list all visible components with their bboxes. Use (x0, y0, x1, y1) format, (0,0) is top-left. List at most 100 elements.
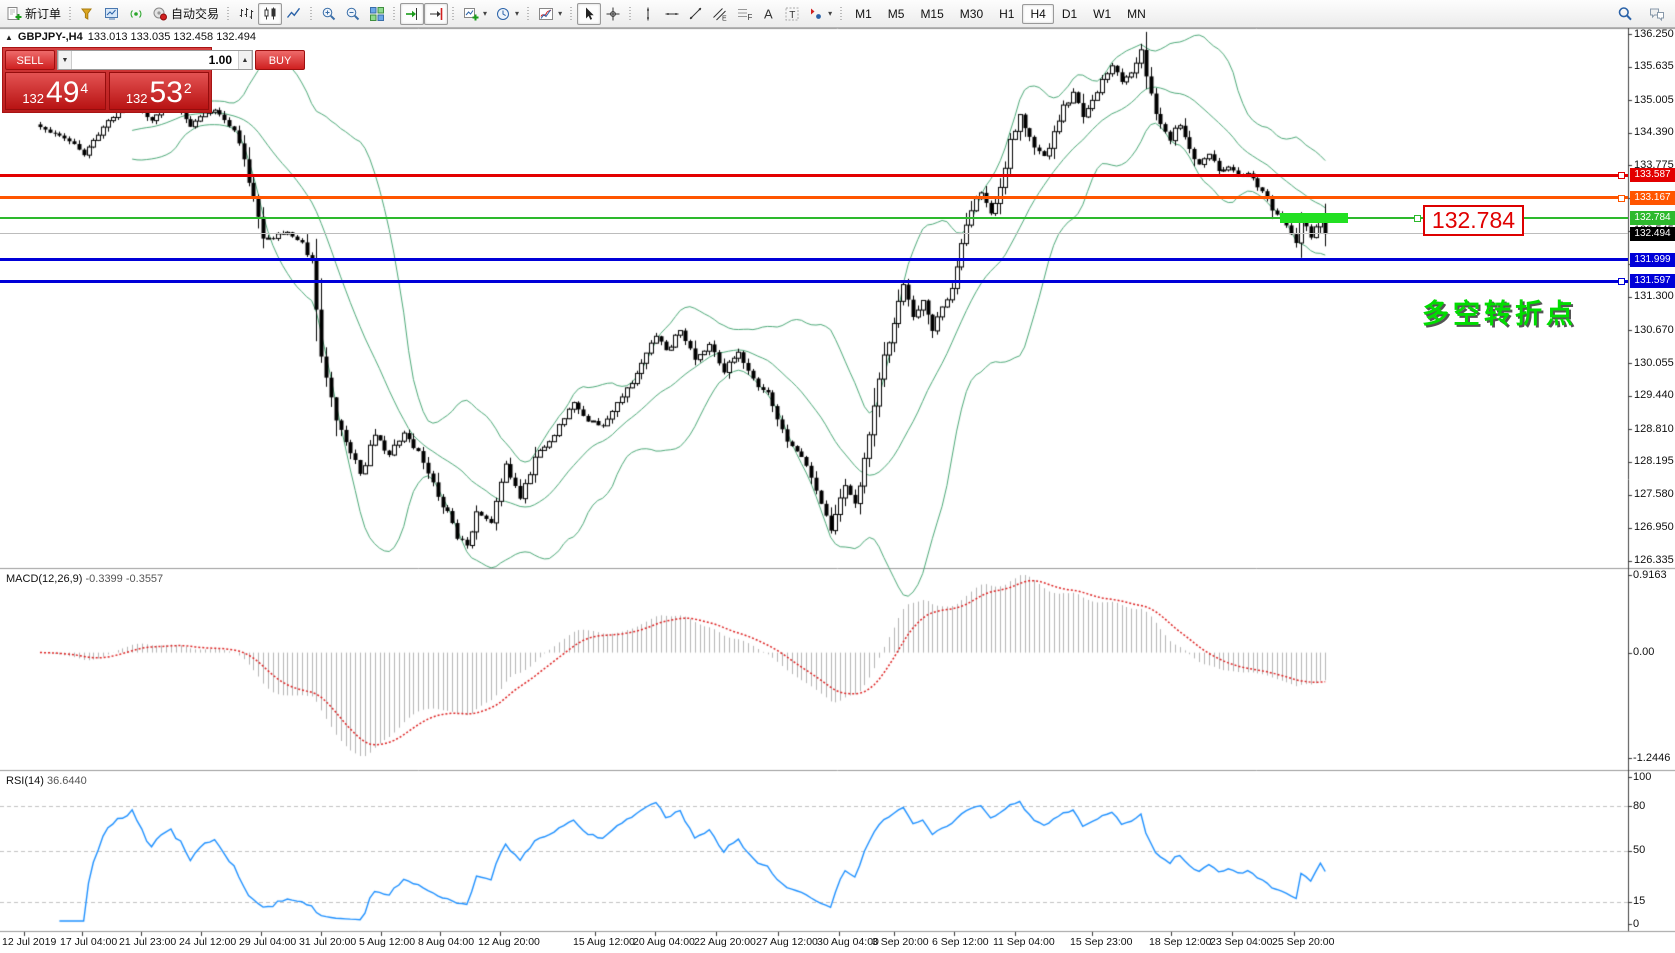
tf-m1-button[interactable]: M1 (847, 4, 880, 24)
chart-canvas[interactable] (0, 28, 1675, 953)
chart-window-icon (104, 6, 120, 22)
textA-icon: A (760, 6, 776, 22)
shift-icon (404, 6, 420, 22)
new-order-button-label: 新订单 (25, 5, 61, 22)
chat-button[interactable] (1645, 3, 1669, 25)
highlight-zone[interactable] (1280, 213, 1348, 223)
time-axis-label: 25 Sep 20:00 (1272, 936, 1334, 948)
rsi-axis-tick: 0 (1633, 918, 1675, 930)
toolbar-separator (838, 3, 845, 25)
toolbar-separator (525, 3, 532, 25)
time-axis-label: 22 Aug 20:00 (694, 936, 756, 948)
sell-button[interactable]: SELL (5, 50, 55, 70)
level-badge-13587: 133.587 (1630, 168, 1675, 182)
tf-m5-button-label: M5 (888, 7, 905, 21)
new-chart-button[interactable]: ▾ (459, 3, 491, 25)
bar-chart-button[interactable] (234, 3, 258, 25)
time-axis-label: 12 Jul 2019 (2, 936, 56, 948)
chevron-down-icon: ▾ (515, 9, 519, 18)
pivot-line-132784[interactable] (0, 217, 1628, 219)
lot-stepper: ▼ ▲ (57, 50, 253, 70)
arrows-button[interactable]: ▾ (804, 3, 836, 25)
zoom-out-icon (345, 6, 361, 22)
tile-windows-button[interactable] (365, 3, 389, 25)
collapse-panel-icon[interactable]: ▲ (5, 33, 13, 42)
autotrading-button[interactable]: 自动交易 (148, 3, 223, 25)
signal-icon (128, 6, 144, 22)
cursor-button[interactable] (577, 3, 601, 25)
time-axis-label: 27 Aug 12:00 (756, 936, 818, 948)
price-axis-tick: 134.390 (1634, 126, 1675, 138)
tf-d1-button[interactable]: D1 (1054, 4, 1085, 24)
trendline-button[interactable] (684, 3, 708, 25)
indicators-button[interactable]: ▾ (534, 3, 566, 25)
crosshair-icon (605, 6, 621, 22)
tf-h4-button[interactable]: H4 (1022, 4, 1053, 24)
vertical-line-button[interactable] (636, 3, 660, 25)
market-watch-button[interactable] (100, 3, 124, 25)
current-price-line[interactable] (0, 233, 1628, 234)
text-label-button[interactable]: T (780, 3, 804, 25)
channel-button[interactable]: E (708, 3, 732, 25)
search-button[interactable] (1613, 3, 1637, 25)
auto-scroll-button[interactable] (424, 3, 448, 25)
tf-d1-button-label: D1 (1062, 7, 1077, 21)
crosshair-button[interactable] (601, 3, 625, 25)
buy-quote[interactable]: 132 53 2 (109, 72, 210, 110)
tf-h1-button[interactable]: H1 (991, 4, 1022, 24)
chart-period-button[interactable]: ▾ (491, 3, 523, 25)
price-axis-tick: 128.195 (1634, 455, 1675, 467)
chart-area[interactable]: 136.250135.635135.005134.390133.775133.1… (0, 28, 1675, 953)
macd-axis-tick: -1.2446 (1633, 752, 1675, 764)
resistance-line-133167[interactable] (0, 196, 1628, 199)
line-handle[interactable] (1414, 215, 1421, 222)
resistance-line-133587[interactable] (0, 174, 1628, 177)
one-click-trading-panel: SELL ▼ ▲ BUY 132 49 4 132 53 2 (2, 47, 212, 113)
line-handle[interactable] (1618, 172, 1625, 179)
new-order-button[interactable]: 新订单 (2, 3, 65, 25)
lot-increase-button[interactable]: ▲ (238, 51, 252, 69)
bars-icon (238, 6, 254, 22)
text-button[interactable]: A (756, 3, 780, 25)
buy-button[interactable]: BUY (255, 50, 305, 70)
time-axis-label: 12 Aug 20:00 (478, 936, 540, 948)
price-axis-tick: 127.580 (1634, 488, 1675, 500)
zoom-in-button[interactable] (317, 3, 341, 25)
tile-icon (369, 6, 385, 22)
lot-input[interactable] (72, 51, 238, 69)
tf-mn-button[interactable]: MN (1119, 4, 1154, 24)
price-axis-tick: 135.005 (1634, 94, 1675, 106)
line-chart-button[interactable] (282, 3, 306, 25)
tf-m30-button[interactable]: M30 (952, 4, 991, 24)
price-axis-tick: 129.440 (1634, 389, 1675, 401)
trendline-icon (688, 6, 704, 22)
sell-quote[interactable]: 132 49 4 (5, 72, 106, 110)
tf-w1-button[interactable]: W1 (1085, 4, 1119, 24)
line-handle[interactable] (1618, 278, 1625, 285)
fibonacci-button[interactable]: F (732, 3, 756, 25)
signals-button[interactable] (124, 3, 148, 25)
textT-icon: T (784, 6, 800, 22)
horizontal-line-button[interactable] (660, 3, 684, 25)
pivot-annotation-text: 多空转折点 (1422, 292, 1577, 331)
symbol-header: ▲ GBPJPY-,H4 133.013 133.035 132.458 132… (5, 31, 256, 43)
chart-shift-button[interactable] (400, 3, 424, 25)
chevron-down-icon: ▾ (558, 9, 562, 18)
toolbar-separator (225, 3, 232, 25)
metaeditor-button[interactable] (76, 3, 100, 25)
lot-decrease-button[interactable]: ▼ (58, 51, 72, 69)
mt4-window: { "toolbar": { "groups": [ {"items":[{"n… (0, 0, 1675, 953)
tf-m5-button[interactable]: M5 (880, 4, 913, 24)
zoom-out-button[interactable] (341, 3, 365, 25)
line-handle[interactable] (1618, 195, 1625, 202)
toolbar-separator (308, 3, 315, 25)
tf-m15-button[interactable]: M15 (912, 4, 951, 24)
price-annotation-box[interactable]: 132.784 (1423, 205, 1524, 236)
price-axis-tick: 130.055 (1634, 357, 1675, 369)
support-line-131999[interactable] (0, 258, 1628, 261)
time-axis-label: 20 Aug 04:00 (633, 936, 695, 948)
zoom-in-icon (321, 6, 337, 22)
tf-mn-button-label: MN (1127, 7, 1146, 21)
candlestick-chart-button[interactable] (258, 3, 282, 25)
support-line-131597[interactable] (0, 280, 1628, 283)
